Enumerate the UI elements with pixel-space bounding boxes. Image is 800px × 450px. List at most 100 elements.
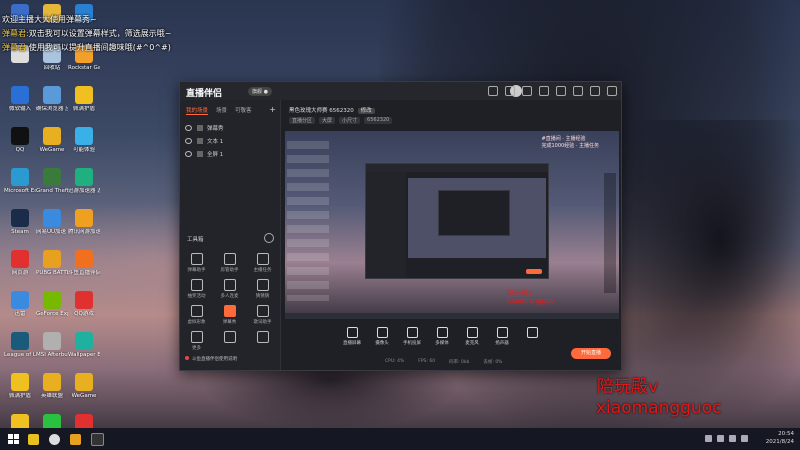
notice[interactable]: 斗鱼直播伴侣使用说明 <box>185 356 237 362</box>
toolbox-more-icon[interactable] <box>264 233 274 243</box>
room-chip[interactable]: 大屏 <box>319 117 336 124</box>
desktop-icon[interactable]: 斗鱼直播伴侣 <box>68 250 100 277</box>
tool-item[interactable]: 房管助手 <box>213 253 246 273</box>
microphone-icon <box>466 327 478 338</box>
add-scene-icon[interactable]: + <box>269 105 276 114</box>
taskbar-app-icon[interactable] <box>70 433 81 445</box>
window-titlebar[interactable]: 直播伴侣 旗舰 ● <box>180 82 621 100</box>
tray-icon[interactable] <box>741 435 748 442</box>
control-button[interactable]: 直播屏幕 <box>337 325 367 351</box>
control-button[interactable]: 麦克风 <box>457 325 487 351</box>
tab-scenes[interactable]: 场景 <box>216 106 227 115</box>
desktop-icon-label: MSI Afterburner <box>36 352 68 358</box>
desktop-icon[interactable]: 佩满护盾 <box>4 373 36 400</box>
eye-icon[interactable] <box>185 150 192 157</box>
desktop-icon[interactable]: 迅游加速器 游戏 <box>68 168 100 195</box>
tool-label: 弹幕助手 <box>187 268 206 273</box>
control-button[interactable]: 摄像头 <box>367 325 397 351</box>
desktop-icon[interactable]: MSI Afterburner <box>36 332 68 359</box>
desktop-icon[interactable]: Grand Theft Auto V <box>36 168 68 195</box>
menu-icon[interactable] <box>556 86 566 96</box>
taskbar: 20:54 2021/8/24 <box>0 428 800 450</box>
tray-icon[interactable] <box>705 435 712 442</box>
close-icon[interactable] <box>607 86 617 96</box>
message-icon[interactable] <box>488 86 498 96</box>
room-chip[interactable]: 小尺寸 <box>339 117 361 124</box>
recursive-left-panel <box>366 172 406 278</box>
eye-icon[interactable] <box>185 124 192 131</box>
desktop-icon[interactable]: 微软输入 <box>4 86 36 113</box>
desktop-icon[interactable]: 确保浏览器 应启动 <box>36 86 68 113</box>
danmaku-line: 弹幕君:双击我可以设置弹幕样式，筛选展示哦~ <box>2 28 171 39</box>
tool-item[interactable]: 更多 <box>180 331 213 351</box>
tool-item[interactable]: 弹幕助手 <box>180 253 213 273</box>
room-chip[interactable]: 6562320 <box>364 117 393 124</box>
desktop-icon[interactable]: QQ <box>4 127 36 154</box>
bell-icon[interactable] <box>539 86 549 96</box>
control-button[interactable]: 手机投屏 <box>397 325 427 351</box>
app-icon <box>11 168 29 186</box>
tool-item[interactable]: 主播任务 <box>246 253 279 273</box>
app-icon <box>43 168 61 186</box>
tool-item[interactable]: 多人连麦 <box>213 279 246 299</box>
scene-item[interactable]: 弹幕秀 <box>180 121 280 134</box>
scene-item[interactable]: 文本 1 <box>180 134 280 147</box>
minimize-icon[interactable] <box>573 86 583 96</box>
app-icon <box>11 250 29 268</box>
taskbar-app-icon[interactable] <box>49 433 60 445</box>
clock[interactable]: 20:54 2021/8/24 <box>766 430 794 446</box>
control-button[interactable]: 多媒体 <box>427 325 457 351</box>
desktop-icon[interactable]: Wallpaper Engine <box>68 332 100 359</box>
preview-ad-line1: #直播间 · 主播经验 <box>541 136 586 142</box>
app-icon <box>43 86 61 104</box>
desktop-icon[interactable]: League of Legends <box>4 332 36 359</box>
desktop-icon[interactable]: 英雄联盟 <box>36 373 68 400</box>
desktop-icon[interactable]: GeForce Experience <box>36 291 68 318</box>
desktop-icon[interactable]: WeGame <box>36 127 68 154</box>
scene-label: 弹幕秀 <box>207 125 224 132</box>
desktop-icon[interactable]: 网易UU加速 游戏 <box>36 209 68 236</box>
desktop-icon-label: 网易UU加速 游戏 <box>36 229 68 235</box>
control-button[interactable]: 扬声器 <box>487 325 517 351</box>
version-badge[interactable]: 旗舰 ● <box>248 87 272 96</box>
lock-icon[interactable] <box>505 86 515 96</box>
desktop-icon[interactable]: QQ游戏 <box>68 291 100 318</box>
tool-item[interactable]: 猜猜猜 <box>246 279 279 299</box>
stream-preview[interactable]: #直播间 · 主播经验 完成1000经验 · 主播任务 陪玩殿v xiaomangg… <box>285 131 619 319</box>
tool-item[interactable]: 抽奖活动 <box>180 279 213 299</box>
desktop-icon[interactable]: WeGame <box>68 373 100 400</box>
start-live-button[interactable]: 开始直播 <box>571 348 611 359</box>
tool-item[interactable] <box>246 331 279 351</box>
desktop-icon[interactable]: 网页游 <box>4 250 36 277</box>
desktop-icon[interactable]: 佩满护盾 <box>68 86 100 113</box>
tray-icon[interactable] <box>717 435 724 442</box>
desktop-icon[interactable]: PUBG BATTLEGR... <box>36 250 68 277</box>
edit-room-button[interactable]: 修改 <box>357 108 375 114</box>
taskbar-app-icon[interactable] <box>91 432 104 446</box>
tool-item[interactable]: 歌词助手 <box>246 305 279 325</box>
gift-icon[interactable] <box>522 86 532 96</box>
desktop-icon[interactable]: 腾讯网游加速器 <box>68 209 100 236</box>
tab-guests[interactable]: 可敬客 <box>235 106 252 115</box>
tray-icon[interactable] <box>729 435 736 442</box>
tool-item[interactable]: 弹幕秀 <box>213 305 246 325</box>
desktop-icon[interactable]: Steam <box>4 209 36 236</box>
danmaku-text: 欢迎主播大大使用弹幕秀~ <box>2 15 97 24</box>
desktop-icon-label: Wallpaper Engine <box>68 352 100 358</box>
control-button[interactable] <box>517 325 547 351</box>
desktop-icon[interactable]: 迅雷 <box>4 291 36 318</box>
tab-my-scenes[interactable]: 我的场景 <box>186 106 209 115</box>
control-label: 摄像头 <box>375 341 389 346</box>
tool-item[interactable]: 虚拟形象 <box>180 305 213 325</box>
desktop-icon[interactable]: 可能体验 <box>68 127 100 154</box>
eye-icon[interactable] <box>185 137 192 144</box>
start-button[interactable] <box>8 434 19 444</box>
scene-item[interactable]: 全屏 1 <box>180 147 280 160</box>
desktop-icon[interactable]: Microsoft Edge <box>4 168 36 195</box>
maximize-icon[interactable] <box>590 86 600 96</box>
tool-item[interactable] <box>213 331 246 351</box>
tool-icon <box>256 253 269 265</box>
desktop-icon-label: Steam <box>11 229 29 235</box>
room-chip[interactable]: 直播分区 <box>289 117 316 124</box>
taskbar-app-icon[interactable] <box>28 433 39 445</box>
